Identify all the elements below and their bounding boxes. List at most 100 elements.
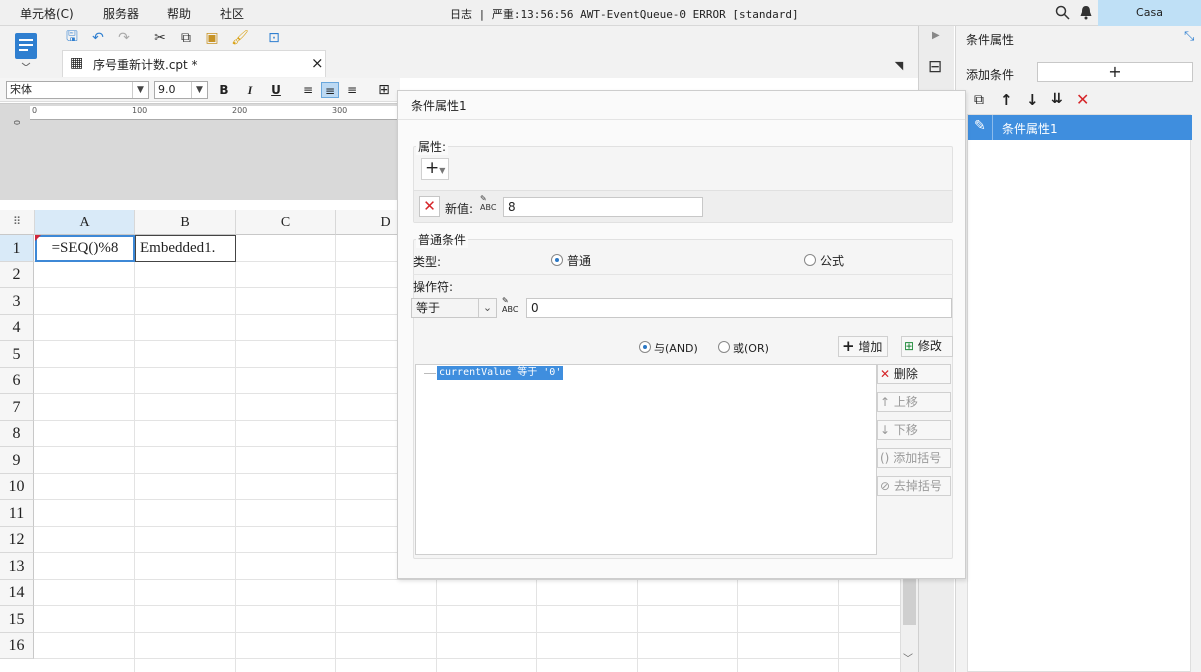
column-header-c[interactable]: C	[236, 210, 336, 235]
add-attribute-button[interactable]: +▼	[421, 158, 449, 180]
scroll-down-icon[interactable]: ﹀	[903, 650, 913, 665]
vertical-ruler-mark: 0	[12, 120, 21, 126]
tab-title: 序号重新计数.cpt *	[93, 58, 198, 72]
move-down-label: 下移	[893, 423, 918, 437]
type-normal-radio[interactable]	[551, 254, 563, 266]
condition-tree[interactable]: currentValue 等于 '0'	[415, 364, 877, 555]
modify-icon: ⊞	[904, 339, 915, 353]
select-all-corner[interactable]: ⠿	[0, 210, 35, 235]
menu-help[interactable]: 帮助	[167, 5, 191, 22]
cell-b1[interactable]: Embedded1.	[135, 235, 236, 262]
condition-list-item[interactable]: ✎ 条件属性1	[968, 115, 1192, 140]
row-header[interactable]: 6	[0, 368, 34, 394]
close-tab-icon[interactable]: ×	[311, 54, 324, 72]
row-header[interactable]: 11	[0, 500, 34, 527]
bold-button[interactable]: B	[215, 82, 233, 98]
column-header-a[interactable]: A	[35, 210, 135, 235]
file-tab[interactable]: ▦ 序号重新计数.cpt * ×	[62, 50, 326, 77]
row-header[interactable]: 3	[0, 288, 34, 315]
row-header[interactable]: 9	[0, 447, 34, 474]
align-center-icon[interactable]: ≡	[321, 82, 339, 98]
modify-condition-button[interactable]: ⊞ 修改	[901, 336, 953, 357]
paste-icon[interactable]: ▣	[202, 28, 222, 48]
type-formula-radio[interactable]	[804, 254, 816, 266]
row-header[interactable]: 7	[0, 394, 34, 421]
font-family-select[interactable]: 宋体 ▼	[6, 81, 149, 99]
search-icon[interactable]	[1055, 5, 1070, 20]
row-header[interactable]: 10	[0, 474, 34, 500]
move-up-button[interactable]: ↑ 上移	[877, 392, 951, 412]
arrow-up-icon: ↑	[880, 395, 891, 409]
chevron-down-icon: ⌄	[478, 299, 496, 317]
copy-icon[interactable]: ⧉	[974, 92, 984, 108]
log-status[interactable]: 日志 | 严重:13:56:56 AWT-EventQueue-0 ERROR …	[450, 6, 799, 22]
row-header[interactable]: 12	[0, 527, 34, 553]
operand-input[interactable]: 0	[526, 298, 952, 318]
align-right-icon[interactable]: ≡	[343, 82, 361, 98]
arrow-up-icon[interactable]: ↑	[1000, 91, 1013, 109]
new-value-input[interactable]: 8	[503, 197, 703, 217]
row-header[interactable]: 14	[0, 580, 34, 606]
row-header[interactable]: 1	[0, 235, 34, 262]
value-type-icon[interactable]: ✎ ABC	[480, 194, 496, 212]
paren-icon: ()	[880, 451, 890, 465]
operand-type-icon[interactable]: ✎ ABC	[502, 296, 518, 314]
row-header[interactable]: 15	[0, 606, 34, 633]
cell-a1[interactable]: =SEQ()%8	[35, 235, 135, 262]
align-left-icon[interactable]: ≡	[299, 82, 317, 98]
border-icon[interactable]: ⊞	[375, 82, 393, 98]
row-header[interactable]: 13	[0, 553, 34, 580]
delete-icon[interactable]: ✕	[1076, 90, 1089, 109]
log-label: 日志	[450, 8, 472, 21]
collapse-icon[interactable]: ◥	[890, 56, 908, 74]
move-up-label: 上移	[893, 395, 918, 409]
menu-cell[interactable]: 单元格(C)	[20, 5, 74, 22]
cut-icon[interactable]: ✂	[150, 28, 170, 48]
operator-label: 操作符:	[413, 280, 454, 294]
copy-icon[interactable]: ⧉	[176, 28, 196, 48]
condition-list: ✎ 条件属性1	[967, 114, 1192, 672]
menu-server[interactable]: 服务器	[103, 5, 139, 22]
add-condition-button[interactable]: +	[1037, 62, 1193, 82]
ruler-tick: 0	[32, 106, 38, 115]
and-radio[interactable]	[639, 341, 651, 353]
row-header[interactable]: 16	[0, 633, 34, 659]
ruler-tick: 200	[232, 106, 248, 115]
pin-icon[interactable]: ⤡	[1184, 29, 1194, 44]
redo-icon[interactable]: ↷	[114, 28, 134, 48]
save-icon[interactable]: 🖫	[62, 28, 82, 48]
log-message: | 严重:13:56:56 AWT-EventQueue-0 ERROR [st…	[478, 8, 799, 21]
add-paren-button[interactable]: () 添加括号	[877, 448, 951, 468]
row-header[interactable]: 4	[0, 315, 34, 341]
italic-button[interactable]: I	[241, 82, 259, 98]
expand-arrow-icon[interactable]: ▶	[932, 30, 940, 41]
normal-condition-label: 普通条件	[416, 231, 469, 248]
remove-attribute-button[interactable]: ✕	[419, 196, 440, 217]
menu-community[interactable]: 社区	[220, 5, 244, 22]
font-size-select[interactable]: 9.0 ▼	[154, 81, 208, 99]
delete-icon: ✕	[880, 367, 891, 381]
cell-properties-icon[interactable]: ⊟	[928, 57, 942, 77]
row-header[interactable]: 5	[0, 341, 34, 368]
user-account[interactable]: Casa	[1098, 0, 1201, 26]
undo-icon[interactable]: ↶	[88, 28, 108, 48]
column-header-b[interactable]: B	[135, 210, 236, 235]
arrow-down-icon[interactable]: ↓	[1026, 91, 1039, 109]
add-condition-item-button[interactable]: + 增加	[838, 336, 888, 357]
condition-tree-item[interactable]: currentValue 等于 '0'	[437, 366, 564, 380]
and-label: 与(AND)	[654, 342, 698, 355]
remove-paren-button[interactable]: ⊘ 去掉括号	[877, 476, 951, 496]
row-header[interactable]: 8	[0, 421, 34, 447]
format-brush-icon[interactable]: 🖌	[230, 28, 250, 48]
move-bottom-icon[interactable]: ⇊	[1051, 91, 1063, 107]
move-down-button[interactable]: ↓ 下移	[877, 420, 951, 440]
underline-button[interactable]: U	[267, 82, 285, 98]
preview-icon[interactable]: ⊡	[264, 28, 284, 48]
chevron-down-icon: ▼	[132, 82, 148, 98]
delete-condition-button[interactable]: ✕ 删除	[877, 364, 951, 384]
template-icon[interactable]	[12, 30, 40, 66]
bell-icon[interactable]	[1079, 5, 1093, 20]
row-header[interactable]: 2	[0, 262, 34, 288]
operator-select[interactable]: 等于 ⌄	[411, 298, 497, 318]
or-radio[interactable]	[718, 341, 730, 353]
